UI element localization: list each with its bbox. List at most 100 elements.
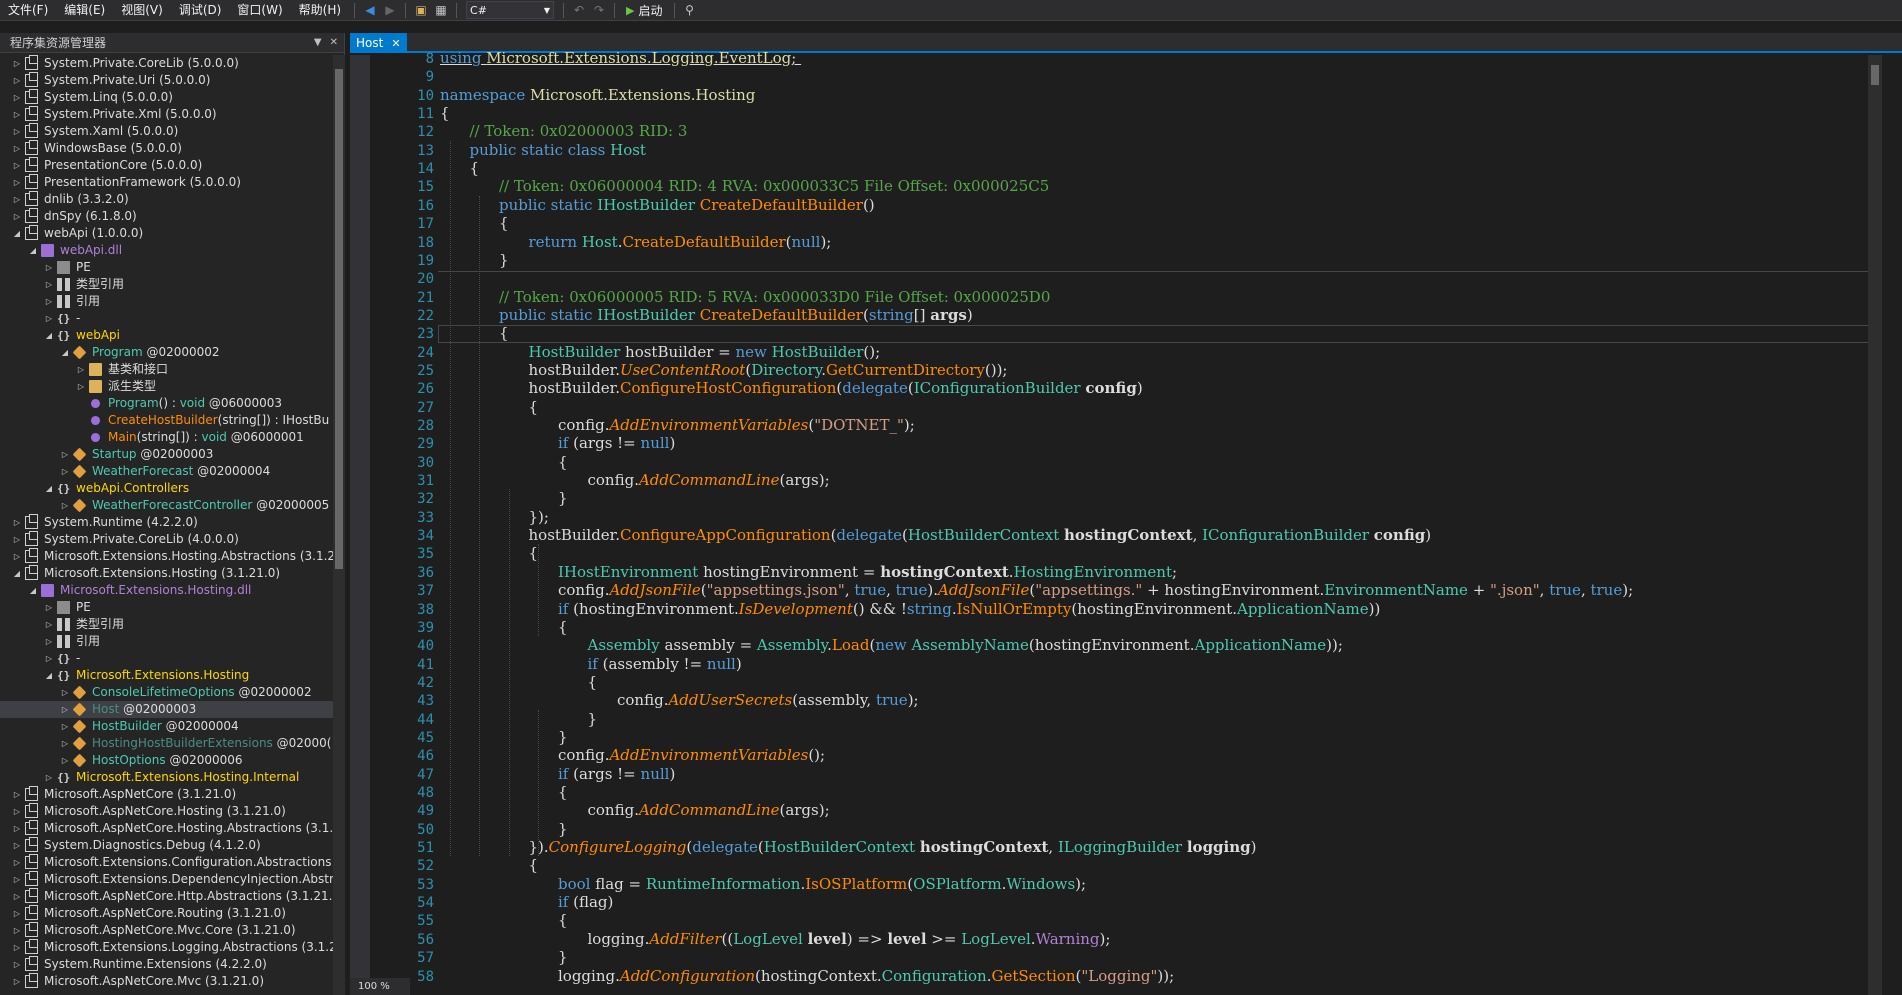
- tree-node[interactable]: ▷ Startup @02000003: [0, 446, 333, 463]
- code-line[interactable]: logging.AddFilter((LogLevel level) => le…: [588, 930, 1111, 948]
- collapsed-arrow-icon[interactable]: ▷: [12, 140, 22, 157]
- tree-node[interactable]: ▷ Microsoft.AspNetCore.Http.Abstractions …: [0, 888, 333, 905]
- tree-scrollbar[interactable]: [333, 55, 345, 995]
- code-editor[interactable]: 8 using Microsoft.Extensions.Logging.Even…: [350, 49, 1902, 995]
- tree-node[interactable]: ▷ WeatherForecastController @02000005: [0, 497, 333, 514]
- code-line[interactable]: }: [588, 710, 598, 728]
- expanded-arrow-icon[interactable]: ◢: [28, 242, 38, 259]
- close-icon[interactable]: ✕: [330, 37, 338, 48]
- collapsed-arrow-icon[interactable]: ▷: [12, 208, 22, 225]
- collapsed-arrow-icon[interactable]: ▷: [60, 497, 70, 514]
- collapsed-arrow-icon[interactable]: ▷: [44, 650, 54, 667]
- open-folder-icon[interactable]: ▣: [411, 0, 431, 20]
- code-line[interactable]: }).ConfigureLogging(delegate(HostBuilder…: [529, 838, 1257, 856]
- tree-node[interactable]: ▷ Host @02000003: [0, 701, 333, 718]
- tree-node[interactable]: ▷ 引用: [0, 293, 333, 310]
- code-line[interactable]: {: [558, 911, 568, 929]
- collapsed-arrow-icon[interactable]: ▷: [12, 854, 22, 871]
- tree-node[interactable]: ▷ dnSpy (6.1.8.0): [0, 208, 333, 225]
- code-line[interactable]: bool flag = RuntimeInformation.IsOSPlatf…: [558, 875, 1086, 893]
- code-line[interactable]: config.AddCommandLine(args);: [588, 801, 830, 819]
- code-line[interactable]: public static IHostBuilder CreateDefault…: [499, 196, 875, 214]
- code-line[interactable]: using Microsoft.Extensions.Logging.Event…: [440, 49, 801, 67]
- code-line[interactable]: if (flag): [558, 893, 613, 911]
- code-line[interactable]: {: [529, 398, 539, 416]
- menu-file[interactable]: 文件(F): [0, 0, 56, 21]
- search-icon[interactable]: ⚲: [680, 0, 700, 20]
- collapsed-arrow-icon[interactable]: ▷: [60, 701, 70, 718]
- collapsed-arrow-icon[interactable]: ▷: [12, 939, 22, 956]
- tree-node[interactable]: ▷{} -: [0, 310, 333, 327]
- tree-node[interactable]: ◢ Microsoft.Extensions.Hosting.dll: [0, 582, 333, 599]
- collapsed-arrow-icon[interactable]: ▷: [12, 837, 22, 854]
- collapsed-arrow-icon[interactable]: ▷: [60, 446, 70, 463]
- tree-node[interactable]: ▷ PresentationFramework (5.0.0.0): [0, 174, 333, 191]
- collapsed-arrow-icon[interactable]: ▷: [12, 55, 22, 72]
- code-line[interactable]: {: [529, 856, 539, 874]
- collapsed-arrow-icon[interactable]: ▷: [12, 106, 22, 123]
- code-line[interactable]: hostBuilder.ConfigureAppConfiguration(de…: [529, 526, 1432, 544]
- tree-scrollbar-thumb[interactable]: [335, 69, 343, 569]
- tree-node[interactable]: ▷ HostingHostBuilderExtensions @02000(: [0, 735, 333, 752]
- code-line[interactable]: {: [499, 324, 509, 342]
- collapsed-arrow-icon[interactable]: ▷: [60, 718, 70, 735]
- tree-node[interactable]: ◢ Microsoft.Extensions.Hosting (3.1.21.0): [0, 565, 333, 582]
- tree-node[interactable]: ◢ Program @02000002: [0, 344, 333, 361]
- collapsed-arrow-icon[interactable]: ▷: [12, 803, 22, 820]
- tree-node[interactable]: CreateHostBuilder(string[]) : IHostBu: [0, 412, 333, 429]
- code-line[interactable]: {: [588, 673, 598, 691]
- collapsed-arrow-icon[interactable]: ▷: [44, 259, 54, 276]
- tree-node[interactable]: ▷ Microsoft.AspNetCore.Routing (3.1.21.0): [0, 905, 333, 922]
- collapsed-arrow-icon[interactable]: ▷: [12, 123, 22, 140]
- code-line[interactable]: if (hostingEnvironment.IsDevelopment() &…: [558, 600, 1380, 618]
- tree-node[interactable]: ▷ Microsoft.Extensions.Configuration.Abst…: [0, 854, 333, 871]
- tree-node[interactable]: ▷ System.Private.Uri (5.0.0.0): [0, 72, 333, 89]
- tree-node[interactable]: ▷ WeatherForecast @02000004: [0, 463, 333, 480]
- tree-node[interactable]: ▷ Microsoft.AspNetCore.Mvc (3.1.21.0): [0, 973, 333, 990]
- tree-node[interactable]: ◢{} webApi.Controllers: [0, 480, 333, 497]
- tree-node[interactable]: ▷ PE: [0, 599, 333, 616]
- expanded-arrow-icon[interactable]: ◢: [12, 565, 22, 582]
- open-list-icon[interactable]: ▦: [431, 0, 451, 20]
- expanded-arrow-icon[interactable]: ◢: [28, 582, 38, 599]
- tree-node[interactable]: ▷ HostOptions @02000006: [0, 752, 333, 769]
- tree-node[interactable]: ▷ System.Private.CoreLib (4.0.0.0): [0, 531, 333, 548]
- zoom-level[interactable]: 100 %: [350, 978, 410, 995]
- code-line[interactable]: {: [470, 159, 480, 177]
- tree-node[interactable]: ▷ System.Runtime (4.2.2.0): [0, 514, 333, 531]
- code-line[interactable]: HostBuilder hostBuilder = new HostBuilde…: [529, 343, 881, 361]
- code-line[interactable]: }: [499, 251, 509, 269]
- collapsed-arrow-icon[interactable]: ▷: [44, 310, 54, 327]
- code-line[interactable]: namespace Microsoft.Extensions.Hosting: [440, 86, 755, 104]
- undo-icon[interactable]: ↶: [569, 0, 589, 20]
- collapsed-arrow-icon[interactable]: ▷: [44, 599, 54, 616]
- code-line[interactable]: // Token: 0x02000003 RID: 3: [470, 122, 688, 140]
- code-line[interactable]: IHostEnvironment hostingEnvironment = ho…: [558, 563, 1177, 581]
- close-icon[interactable]: ✕: [391, 37, 400, 50]
- collapsed-arrow-icon[interactable]: ▷: [60, 684, 70, 701]
- tree-node[interactable]: ▷ Microsoft.Extensions.Logging.Abstractio…: [0, 939, 333, 956]
- expanded-arrow-icon[interactable]: ◢: [44, 480, 54, 497]
- code-line[interactable]: }: [558, 948, 568, 966]
- collapsed-arrow-icon[interactable]: ▷: [12, 72, 22, 89]
- tree-node[interactable]: ▷ 类型引用: [0, 616, 333, 633]
- redo-icon[interactable]: ↷: [589, 0, 609, 20]
- tree-node[interactable]: ▷ System.Xaml (5.0.0.0): [0, 123, 333, 140]
- collapsed-arrow-icon[interactable]: ▷: [12, 973, 22, 990]
- code-line[interactable]: public static IHostBuilder CreateDefault…: [499, 306, 973, 324]
- language-select[interactable]: C# ▼: [466, 1, 555, 19]
- code-line[interactable]: config.AddEnvironmentVariables("DOTNET_"…: [558, 416, 915, 434]
- collapsed-arrow-icon[interactable]: ▷: [12, 820, 22, 837]
- menu-view[interactable]: 视图(V): [113, 0, 171, 21]
- tree-node[interactable]: ◢{} webApi: [0, 327, 333, 344]
- panel-menu-icon[interactable]: ▼: [314, 37, 322, 48]
- tree-node[interactable]: ◢{} Microsoft.Extensions.Hosting: [0, 667, 333, 684]
- code-line[interactable]: config.AddUserSecrets(assembly, true);: [617, 691, 919, 709]
- tree-node[interactable]: ▷ PresentationCore (5.0.0.0): [0, 157, 333, 174]
- code-line[interactable]: hostBuilder.ConfigureHostConfiguration(d…: [529, 379, 1143, 397]
- code-line[interactable]: hostBuilder.UseContentRoot(Directory.Get…: [529, 361, 1008, 379]
- code-line[interactable]: if (assembly != null): [588, 655, 742, 673]
- code-line[interactable]: }: [558, 489, 568, 507]
- expanded-arrow-icon[interactable]: ◢: [44, 327, 54, 344]
- menu-window[interactable]: 窗口(W): [229, 0, 290, 21]
